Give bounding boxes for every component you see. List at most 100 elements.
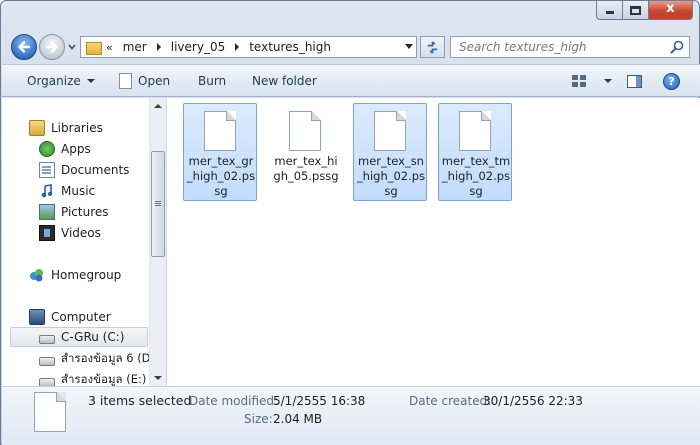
- nav-item-label: Videos: [61, 226, 101, 240]
- organize-button[interactable]: Organize: [27, 65, 95, 97]
- nav-item-label: Computer: [51, 310, 111, 324]
- pictures-icon: [39, 204, 55, 220]
- refresh-button[interactable]: [420, 36, 445, 58]
- burn-button[interactable]: Burn: [198, 65, 226, 97]
- refresh-icon: [427, 40, 438, 54]
- new-folder-label: New folder: [252, 74, 317, 88]
- date-created-label: Date created:: [409, 394, 492, 408]
- nav-item-label: Libraries: [51, 121, 103, 135]
- file-icon: [34, 392, 66, 432]
- caption-buttons: x: [596, 1, 693, 20]
- chevron-down-icon: [68, 44, 76, 50]
- details-pane: 3 items selected Date modified: 5/1/2555…: [2, 386, 700, 445]
- file-icon: [289, 111, 321, 151]
- arrow-left-icon: [18, 41, 31, 53]
- maximize-icon: [630, 5, 641, 15]
- scroll-thumb[interactable]: [151, 151, 165, 257]
- view-options-button[interactable]: [598, 65, 612, 97]
- help-icon: ?: [663, 72, 680, 90]
- address-bar[interactable]: « mer livery_05 textures_high: [80, 36, 417, 58]
- homegroup-icon: [29, 267, 45, 283]
- nav-item-drive-d[interactable]: สำรองข้อมูล 6 (D:): [39, 349, 159, 369]
- hard-drive-icon: [39, 377, 55, 386]
- videos-icon: [39, 225, 55, 241]
- file-name: mer_tex_high_05.pssg: [273, 154, 339, 183]
- command-bar: Organize Open Burn New folder ?: [2, 64, 700, 97]
- breadcrumb-separator-icon[interactable]: [156, 43, 161, 51]
- open-button[interactable]: Open: [119, 65, 170, 97]
- preview-pane-button[interactable]: [627, 65, 642, 97]
- date-modified-value: 5/1/2555 16:38: [273, 394, 366, 408]
- nav-item-videos[interactable]: Videos: [39, 223, 101, 243]
- size-value: 2.04 MB: [273, 412, 323, 426]
- nav-item-label: Pictures: [61, 205, 109, 219]
- documents-icon: [39, 162, 55, 178]
- file-item[interactable]: mer_tex_high_05.pssg: [268, 103, 342, 201]
- breadcrumb-item[interactable]: livery_05: [169, 40, 227, 54]
- maximize-button[interactable]: [623, 1, 649, 20]
- music-note-icon: [39, 183, 55, 199]
- file-item[interactable]: mer_tex_tm_high_02.pssg: [438, 103, 512, 201]
- navigation-scrollbar[interactable]: [149, 98, 166, 386]
- nav-item-homegroup[interactable]: Homegroup: [29, 265, 121, 285]
- burn-label: Burn: [198, 74, 227, 88]
- nav-item-label: สำรองข้อมูล (E:): [61, 372, 147, 386]
- nav-item-label: Music: [61, 184, 96, 198]
- file-icon: [459, 111, 491, 151]
- breadcrumb-overflow[interactable]: «: [106, 41, 113, 54]
- change-view-button[interactable]: [572, 65, 586, 97]
- view-tiles-icon: [572, 75, 586, 87]
- organize-label: Organize: [27, 74, 81, 88]
- nav-item-pictures[interactable]: Pictures: [39, 202, 109, 222]
- preview-pane-icon: [627, 74, 642, 88]
- forward-button[interactable]: [39, 34, 65, 60]
- nav-item-libraries[interactable]: Libraries: [29, 118, 103, 138]
- file-item[interactable]: mer_tex_sn_high_02.pssg: [353, 103, 427, 201]
- new-folder-button[interactable]: New folder: [252, 65, 317, 97]
- nav-item-documents[interactable]: Documents: [39, 160, 129, 180]
- file-icon: [374, 111, 406, 151]
- scroll-up-button[interactable]: [150, 98, 166, 114]
- breadcrumb: « mer livery_05 textures_high: [106, 40, 333, 54]
- file-item[interactable]: mer_tex_gr_high_02.pssg: [183, 103, 257, 201]
- navigation-pane: Libraries Apps Documents Music Pictures …: [2, 98, 166, 386]
- arrow-down-icon: [154, 376, 162, 380]
- scroll-down-button[interactable]: [150, 370, 166, 386]
- open-label: Open: [138, 74, 171, 88]
- recent-pages-button[interactable]: [67, 41, 77, 51]
- breadcrumb-item[interactable]: textures_high: [247, 40, 333, 54]
- search-box[interactable]: Search textures_high: [450, 36, 690, 58]
- chevron-down-icon: [604, 79, 612, 83]
- date-modified-label: Date modified:: [189, 394, 279, 408]
- file-name: mer_tex_tm_high_02.pssg: [441, 154, 511, 198]
- search-input[interactable]: Search textures_high: [459, 40, 669, 54]
- nav-item-apps[interactable]: Apps: [39, 139, 91, 159]
- nav-item-computer[interactable]: Computer: [29, 307, 111, 327]
- file-list: mer_tex_gr_high_02.pssg mer_tex_high_05.…: [167, 98, 700, 386]
- breadcrumb-item[interactable]: mer: [121, 40, 149, 54]
- nav-item-label: C-GRu (C:): [61, 330, 125, 344]
- nav-item-drive-c[interactable]: C-GRu (C:): [10, 327, 148, 347]
- nav-item-label: สำรองข้อมูล 6 (D:): [61, 351, 159, 365]
- file-name: mer_tex_gr_high_02.pssg: [186, 154, 256, 198]
- address-dropdown-icon[interactable]: [405, 44, 413, 49]
- size-label: Size:: [244, 412, 273, 426]
- close-button[interactable]: x: [649, 1, 693, 20]
- chevron-down-icon: [86, 79, 95, 83]
- folder-icon: [86, 40, 102, 55]
- search-icon[interactable]: [669, 39, 685, 55]
- date-created-value: 30/1/2556 22:33: [483, 394, 583, 408]
- apps-icon: [39, 141, 55, 157]
- minimize-button[interactable]: [596, 1, 623, 20]
- arrow-right-icon: [45, 41, 58, 53]
- hard-drive-icon: [39, 356, 55, 366]
- libraries-icon: [29, 120, 45, 136]
- breadcrumb-separator-icon[interactable]: [235, 43, 240, 51]
- back-button[interactable]: [11, 34, 37, 60]
- nav-item-drive-e[interactable]: สำรองข้อมูล (E:): [39, 370, 146, 386]
- help-button[interactable]: ?: [663, 65, 680, 97]
- nav-item-music[interactable]: Music: [39, 181, 95, 201]
- computer-icon: [29, 309, 45, 325]
- explorer-window: x « mer livery_05 textures_high Search t…: [0, 0, 700, 445]
- selection-count: 3 items selected: [88, 393, 192, 408]
